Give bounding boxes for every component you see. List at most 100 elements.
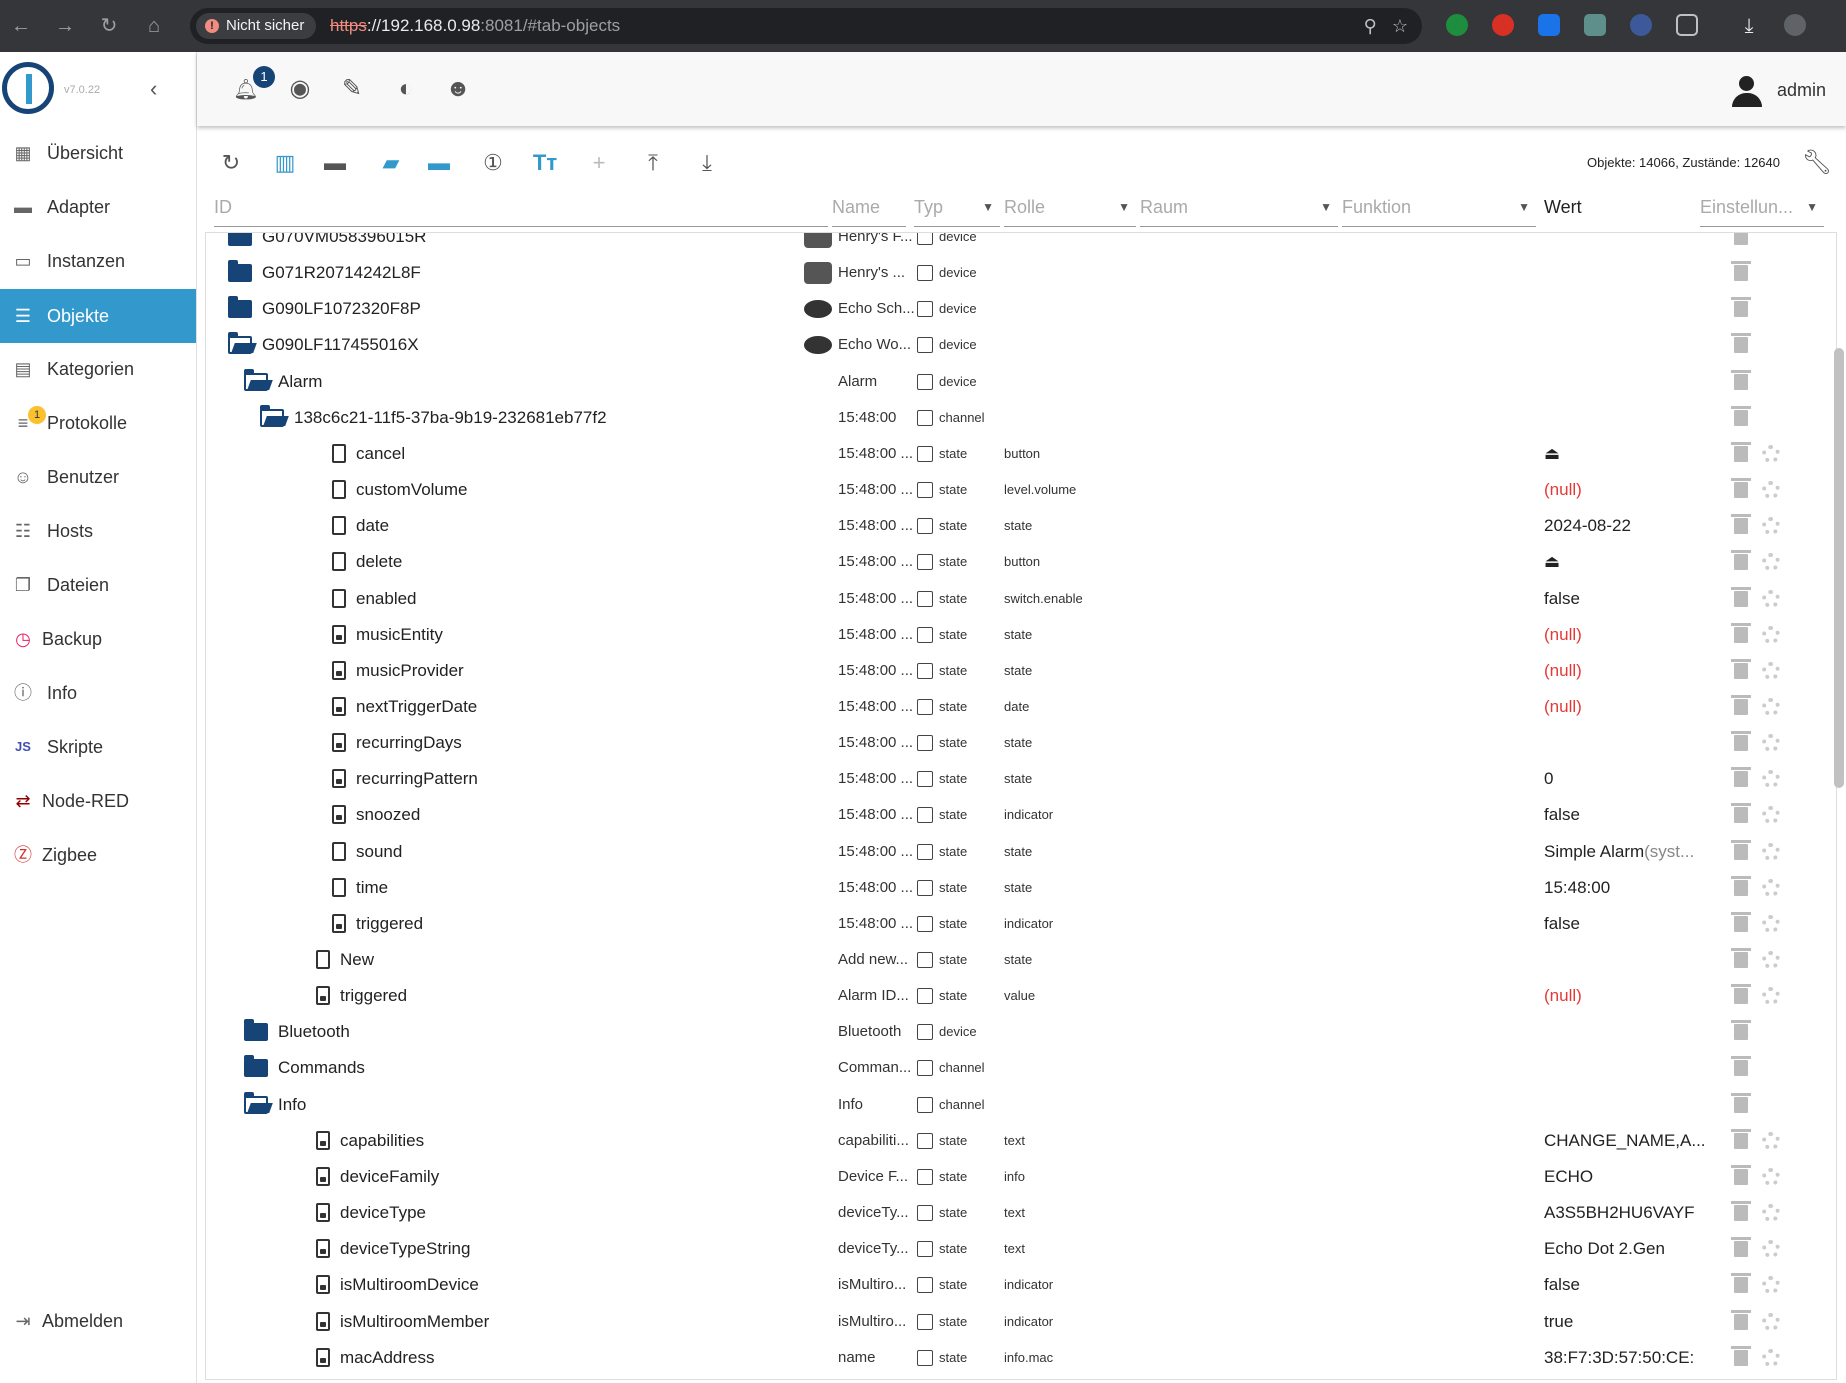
delete-icon[interactable] [1731, 333, 1751, 354]
tree-row[interactable]: New Add new... state state [206, 942, 1836, 978]
gear-icon[interactable] [1762, 878, 1780, 897]
reload-icon[interactable]: ↻ [96, 13, 122, 39]
tree-scrollbar[interactable] [1834, 348, 1844, 788]
tree-row[interactable]: Commands Comman... channel [206, 1050, 1836, 1086]
gear-icon[interactable] [1762, 806, 1780, 825]
gear-icon[interactable] [1762, 1131, 1780, 1150]
delete-icon[interactable] [1731, 731, 1751, 752]
gear-icon[interactable] [1762, 1348, 1780, 1367]
tree-row[interactable]: recurringPattern 15:48:00 ... state state 0 [206, 761, 1836, 797]
delete-icon[interactable] [1731, 839, 1751, 860]
delete-icon[interactable] [1731, 875, 1751, 896]
object-value[interactable]: false [1544, 797, 1704, 833]
tree-row[interactable]: nextTriggerDate 15:48:00 ... state date (nul… [206, 689, 1836, 725]
sidebar-item-info[interactable]: ⓘ Info [0, 670, 196, 716]
delete-icon[interactable] [1731, 1128, 1751, 1149]
delete-icon[interactable] [1731, 803, 1751, 824]
sidebar-item-kategorien[interactable]: ▤ Kategorien [0, 346, 196, 392]
gear-icon[interactable] [1762, 481, 1780, 500]
sidebar-item-objekte[interactable]: ☰ Objekte [0, 289, 196, 343]
settings-filter-select[interactable]: Einstellun... ▼ [1700, 190, 1824, 227]
logout-button[interactable]: ⇥ Abmelden [0, 1298, 196, 1344]
gear-icon[interactable] [1762, 914, 1780, 933]
tree-row[interactable]: enabled 15:48:00 ... state switch.enable fal… [206, 581, 1836, 617]
object-value[interactable]: (null) [1544, 978, 1704, 1014]
object-value[interactable]: (null) [1544, 617, 1704, 653]
delete-icon[interactable] [1731, 767, 1751, 788]
tree-row[interactable]: recurringDays 15:48:00 ... state state [206, 725, 1836, 761]
columns-icon[interactable]: ▥ [268, 146, 302, 180]
object-value[interactable]: false [1544, 581, 1704, 617]
room-filter-select[interactable]: Raum ▼ [1140, 190, 1338, 227]
delete-icon[interactable] [1731, 369, 1751, 390]
delete-icon[interactable] [1731, 1056, 1751, 1077]
extension-red-icon[interactable] [1492, 14, 1514, 36]
text-size-icon[interactable]: Tт [528, 146, 562, 180]
type-filter-select[interactable]: Typ ▼ [914, 190, 1000, 227]
tree-row[interactable]: musicEntity 15:48:00 ... state state (null) [206, 617, 1836, 653]
forward-arrow-icon[interactable]: → [52, 13, 78, 39]
tree-row[interactable]: deviceTypeString deviceTy... state text Echo… [206, 1231, 1836, 1267]
tree-row[interactable]: Alarm Alarm device [206, 364, 1836, 400]
tree-row[interactable]: isMultiroomDevice isMultiro... state indica… [206, 1267, 1836, 1303]
object-value[interactable]: CHANGE_NAME,A... [1544, 1123, 1704, 1159]
iobroker-logo[interactable] [2, 62, 54, 114]
back-arrow-icon[interactable]: ← [8, 13, 34, 39]
delete-icon[interactable] [1731, 1273, 1751, 1294]
delete-icon[interactable] [1731, 514, 1751, 535]
tree-row[interactable]: triggered Alarm ID... state value (null) [206, 978, 1836, 1014]
object-value[interactable]: (null) [1544, 653, 1704, 689]
role-filter-select[interactable]: Rolle ▼ [1004, 190, 1136, 227]
delete-icon[interactable] [1731, 441, 1751, 462]
tree-row[interactable]: G070VM058396015R Henry's F... device [206, 233, 1836, 255]
gear-icon[interactable] [1762, 553, 1780, 572]
object-value[interactable]: Echo Dot 2.Gen [1544, 1231, 1704, 1267]
delete-icon[interactable] [1731, 1164, 1751, 1185]
refresh-icon[interactable]: ↻ [214, 146, 248, 180]
delete-icon[interactable] [1731, 478, 1751, 499]
delete-icon[interactable] [1731, 261, 1751, 282]
object-value[interactable]: 38:F7:3D:57:50:CE: [1544, 1340, 1704, 1376]
sidebar-item-dateien[interactable]: ❐ Dateien [0, 562, 196, 608]
extension-green-icon[interactable] [1446, 14, 1468, 36]
download-icon[interactable]: ⤓ [1736, 13, 1762, 39]
gear-icon[interactable] [1762, 1167, 1780, 1186]
delete-icon[interactable] [1731, 1345, 1751, 1366]
gear-icon[interactable] [1762, 444, 1780, 463]
delete-icon[interactable] [1731, 694, 1751, 715]
profile-icon[interactable] [1784, 14, 1806, 36]
expand-all-icon[interactable]: ▰ [374, 146, 408, 180]
object-value[interactable]: 2024-08-22 [1544, 508, 1704, 544]
object-value[interactable]: 15:48:00 [1544, 870, 1704, 906]
sidebar-item-uebersicht[interactable]: ▦ Übersicht [0, 130, 196, 176]
gear-icon[interactable] [1762, 661, 1780, 680]
bookmark-star-icon[interactable]: ☆ [1392, 16, 1408, 36]
collapse-sidebar-icon[interactable]: ‹ [150, 76, 157, 102]
object-value[interactable]: 0 [1544, 761, 1704, 797]
extension-blue-icon[interactable] [1538, 14, 1560, 36]
delete-icon[interactable] [1731, 622, 1751, 643]
custom-settings-icon[interactable]: 🔧︎ [1802, 148, 1832, 177]
gear-icon[interactable] [1762, 1312, 1780, 1331]
tree-row[interactable]: delete 15:48:00 ... state button ⏏ [206, 544, 1836, 580]
delete-icon[interactable] [1731, 1309, 1751, 1330]
delete-icon[interactable] [1734, 233, 1748, 245]
gear-icon[interactable] [1762, 1240, 1780, 1259]
tree-row[interactable]: customVolume 15:48:00 ... state level.volum… [206, 472, 1836, 508]
object-value[interactable]: true [1544, 1304, 1704, 1340]
name-filter-input[interactable]: Name [832, 190, 906, 227]
tree-row[interactable]: G071R20714242L8F Henry's ... device [206, 255, 1836, 291]
delete-icon[interactable] [1731, 550, 1751, 571]
object-value[interactable]: ⏏ [1544, 544, 1704, 580]
address-bar[interactable]: ! Nicht sicher https://192.168.0.98:8081… [190, 8, 1422, 44]
gear-icon[interactable] [1762, 951, 1780, 969]
object-value[interactable]: (null) [1544, 689, 1704, 725]
object-value[interactable]: false [1544, 906, 1704, 942]
tree-row[interactable]: macAddress name state info.mac 38:F7:3D:57:5… [206, 1340, 1836, 1376]
delete-icon[interactable] [1731, 1237, 1751, 1258]
sidebar-item-backup[interactable]: ◷ Backup [0, 616, 196, 662]
tree-row[interactable]: time 15:48:00 ... state state 15:48:00 [206, 870, 1836, 906]
delete-icon[interactable] [1731, 1201, 1751, 1222]
gear-icon[interactable] [1762, 1204, 1780, 1223]
delete-icon[interactable] [1731, 1092, 1751, 1113]
